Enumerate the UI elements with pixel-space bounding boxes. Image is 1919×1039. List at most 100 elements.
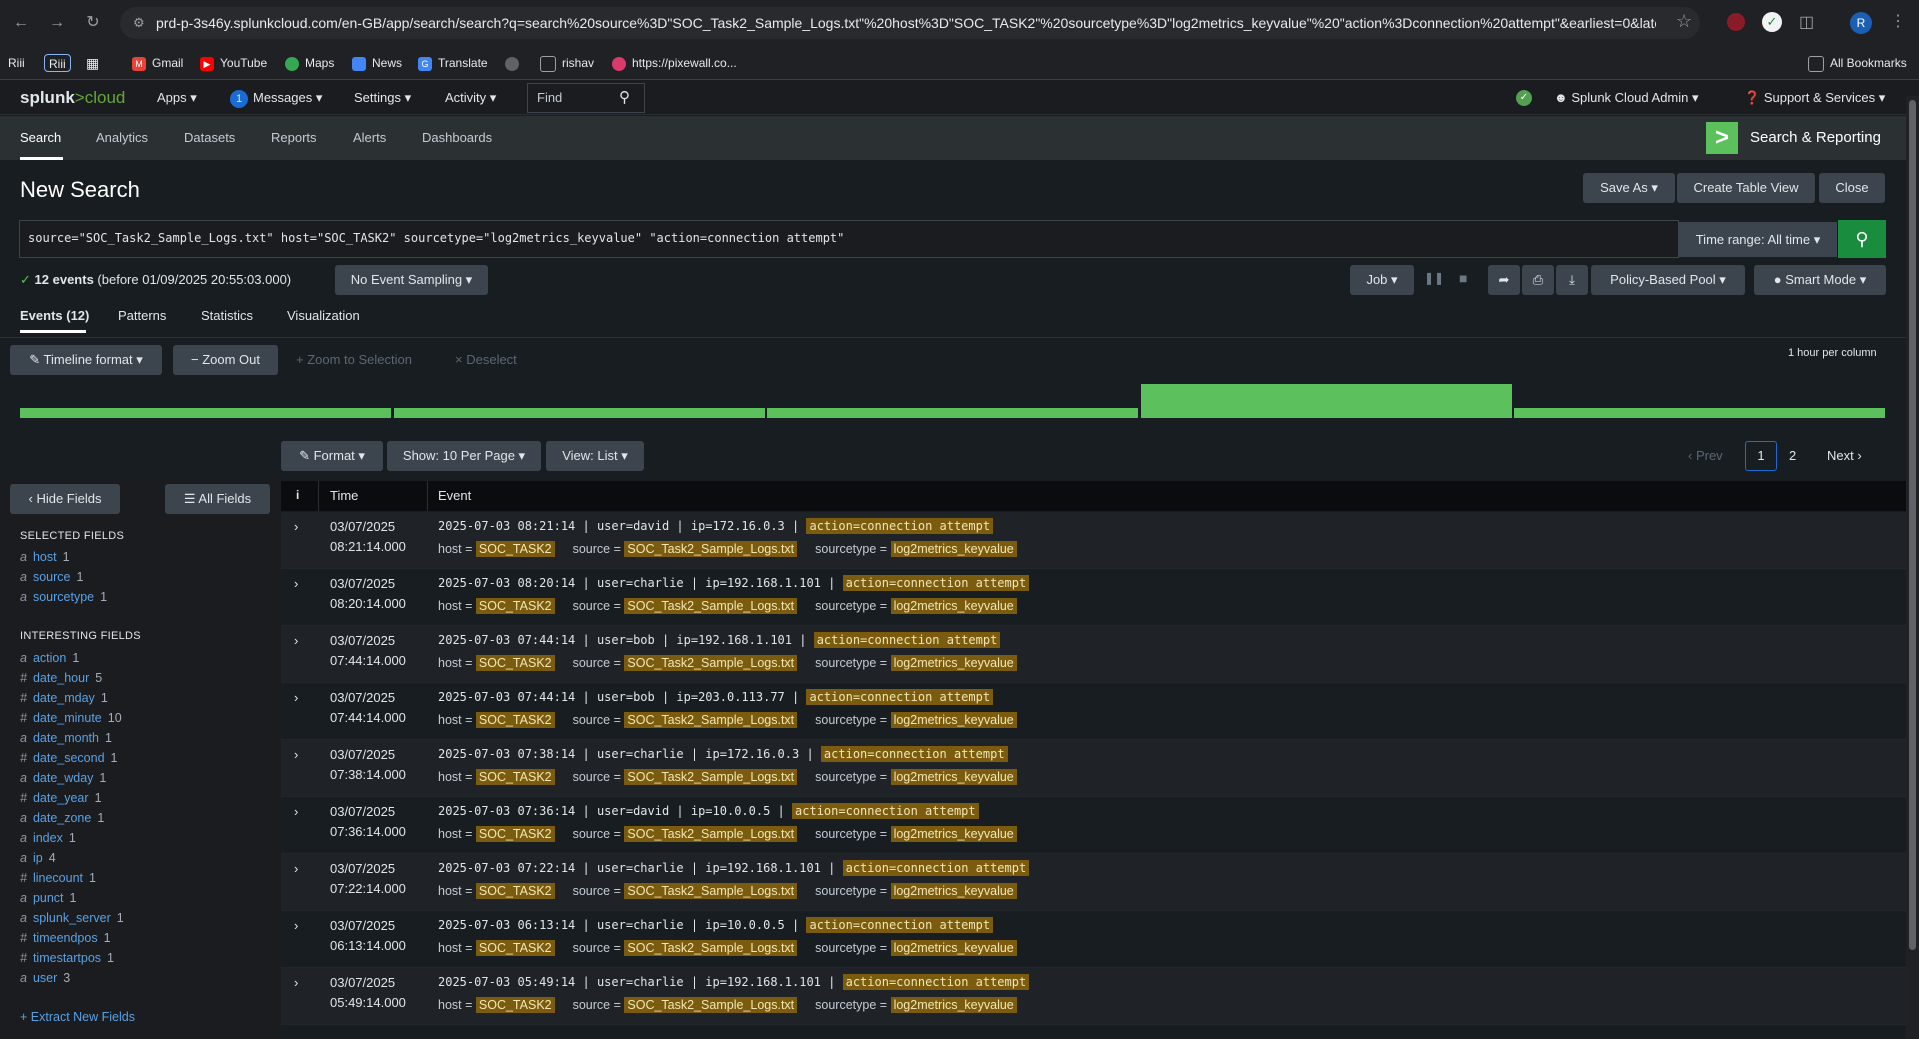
field-item-action[interactable]: a action 1 [20,648,79,668]
field-name[interactable]: date_minute [33,711,102,725]
extract-new-fields-link[interactable]: + Extract New Fields [20,1010,135,1024]
save-as-button[interactable]: Save As ▾ [1583,173,1675,203]
field-name[interactable]: timeendpos [33,931,98,945]
expand-row-icon[interactable]: › [294,576,298,591]
pause-icon[interactable]: ❚❚ [1424,271,1444,285]
meta-host-value[interactable]: SOC_TASK2 [475,541,555,557]
field-item-date-year[interactable]: # date_year 1 [20,788,102,808]
policy-pool-dropdown[interactable]: Policy-Based Pool ▾ [1591,265,1745,295]
settings-menu[interactable]: Settings ▾ [354,80,411,115]
meta-host-value[interactable]: SOC_TASK2 [475,940,555,956]
field-name[interactable]: date_wday [33,771,93,785]
meta-sourcetype-value[interactable]: log2metrics_keyvalue [890,883,1017,899]
field-item-timeendpos[interactable]: # timeendpos 1 [20,928,111,948]
expand-row-icon[interactable]: › [294,975,298,990]
next-page-button[interactable]: Next › [1827,441,1862,471]
back-icon[interactable]: ← [10,12,32,34]
field-name[interactable]: splunk_server [33,911,111,925]
activity-menu[interactable]: Activity ▾ [445,80,496,115]
timeline-bar[interactable] [20,408,391,418]
field-item-date-second[interactable]: # date_second 1 [20,748,118,768]
expand-row-icon[interactable]: › [294,747,298,762]
meta-sourcetype-value[interactable]: log2metrics_keyvalue [890,655,1017,671]
field-name[interactable]: date_zone [33,811,91,825]
meta-source-value[interactable]: SOC_Task2_Sample_Logs.txt [624,541,798,557]
splunk-logo[interactable]: splunk>cloud [20,80,125,115]
tab-analytics[interactable]: Analytics [96,116,148,160]
field-item-user[interactable]: a user 3 [20,968,70,988]
search-query-input[interactable]: source="SOC_Task2_Sample_Logs.txt" host=… [28,231,844,245]
meta-sourcetype-value[interactable]: log2metrics_keyvalue [890,940,1017,956]
field-name[interactable]: host [33,550,57,564]
tab-reports[interactable]: Reports [271,116,317,160]
field-item-date-hour[interactable]: # date_hour 5 [20,668,102,688]
bookmark-maps[interactable]: Maps [285,52,334,74]
table-row[interactable]: › 03/07/2025 07:44:14.000 2025-07-03 07:44:… [281,683,1906,740]
apps-grid-icon[interactable]: ▦ [86,52,99,74]
zoom-to-selection-button[interactable]: + Zoom to Selection [296,345,412,375]
table-row[interactable]: › 03/07/2025 07:36:14.000 2025-07-03 07:36:… [281,797,1906,854]
meta-sourcetype-value[interactable]: log2metrics_keyvalue [890,541,1017,557]
field-name[interactable]: date_second [33,751,105,765]
field-item-ip[interactable]: a ip 4 [20,848,56,868]
field-item-date-wday[interactable]: a date_wday 1 [20,768,106,788]
forward-icon[interactable]: → [46,12,68,34]
per-page-dropdown[interactable]: Show: 10 Per Page ▾ [387,441,541,471]
meta-host-value[interactable]: SOC_TASK2 [475,997,555,1013]
meta-host-value[interactable]: SOC_TASK2 [475,598,555,614]
extension-record-icon[interactable] [1727,13,1745,31]
tab-patterns[interactable]: Patterns [118,308,166,334]
field-name[interactable]: date_month [33,731,99,745]
create-table-view-button[interactable]: Create Table View [1677,173,1815,203]
page-1-button[interactable]: 1 [1745,441,1777,471]
timeline-bar[interactable] [767,408,1138,418]
bookmark-pixewall[interactable]: https://pixewall.co... [612,52,737,74]
table-row[interactable]: › 03/07/2025 08:20:14.000 2025-07-03 08:20:… [281,569,1906,626]
field-item-date-minute[interactable]: # date_minute 10 [20,708,122,728]
field-name[interactable]: index [33,831,63,845]
meta-sourcetype-value[interactable]: log2metrics_keyvalue [890,769,1017,785]
view-dropdown[interactable]: View: List ▾ [546,441,644,471]
zoom-out-button[interactable]: − Zoom Out [173,345,278,375]
meta-source-value[interactable]: SOC_Task2_Sample_Logs.txt [624,940,798,956]
bookmark-rishav[interactable]: rishav [540,52,594,74]
field-name[interactable]: date_year [33,791,89,805]
table-row[interactable]: › 03/07/2025 07:38:14.000 2025-07-03 07:38:… [281,740,1906,797]
time-range-picker[interactable]: Time range: All time ▾ [1679,222,1837,257]
timeline-chart[interactable] [20,380,1886,418]
expand-row-icon[interactable]: › [294,633,298,648]
profile-avatar[interactable]: R [1850,12,1872,34]
timeline-bar[interactable] [1514,408,1885,418]
find-input[interactable]: Find [537,80,562,115]
health-status-icon[interactable]: ✓ [1516,90,1532,106]
export-icon[interactable]: ⤓ [1556,265,1588,295]
field-item-host[interactable]: a host 1 [20,547,70,567]
bookmark-news[interactable]: News [352,52,402,74]
bookmark-star-icon[interactable]: ☆ [1676,11,1692,32]
action-highlight[interactable]: action=connection attempt [806,518,994,534]
table-row[interactable]: › 03/07/2025 05:49:14.000 2025-07-03 05:49:… [281,968,1906,1025]
url-text[interactable]: prd-p-3s46y.splunkcloud.com/en-GB/app/se… [156,15,1656,31]
meta-host-value[interactable]: SOC_TASK2 [475,655,555,671]
apps-menu[interactable]: Apps ▾ [157,80,197,115]
close-button[interactable]: Close [1819,173,1885,203]
all-fields-button[interactable]: ☰ All Fields [165,484,270,514]
tab-dashboards[interactable]: Dashboards [422,116,492,160]
tab-search[interactable]: Search [20,116,61,160]
run-search-button[interactable]: ⚲ [1838,220,1886,258]
meta-host-value[interactable]: SOC_TASK2 [475,769,555,785]
stop-icon[interactable]: ■ [1459,270,1467,286]
bookmark-riii-2[interactable]: Riii [44,54,71,72]
bookmark-gmail[interactable]: M Gmail [132,52,183,74]
field-item-timestartpos[interactable]: # timestartpos 1 [20,948,114,968]
field-item-date-mday[interactable]: # date_mday 1 [20,688,108,708]
scrollbar-thumb[interactable] [1909,100,1916,950]
field-name[interactable]: timestartpos [33,951,101,965]
format-dropdown[interactable]: ✎ Format ▾ [281,441,383,471]
support-menu[interactable]: ❓ Support & Services ▾ [1744,80,1885,115]
meta-source-value[interactable]: SOC_Task2_Sample_Logs.txt [624,769,798,785]
table-row[interactable]: › 03/07/2025 07:44:14.000 2025-07-03 07:44:… [281,626,1906,683]
field-item-linecount[interactable]: # linecount 1 [20,868,96,888]
action-highlight[interactable]: action=connection attempt [820,746,1008,762]
deselect-button[interactable]: × Deselect [455,345,517,375]
